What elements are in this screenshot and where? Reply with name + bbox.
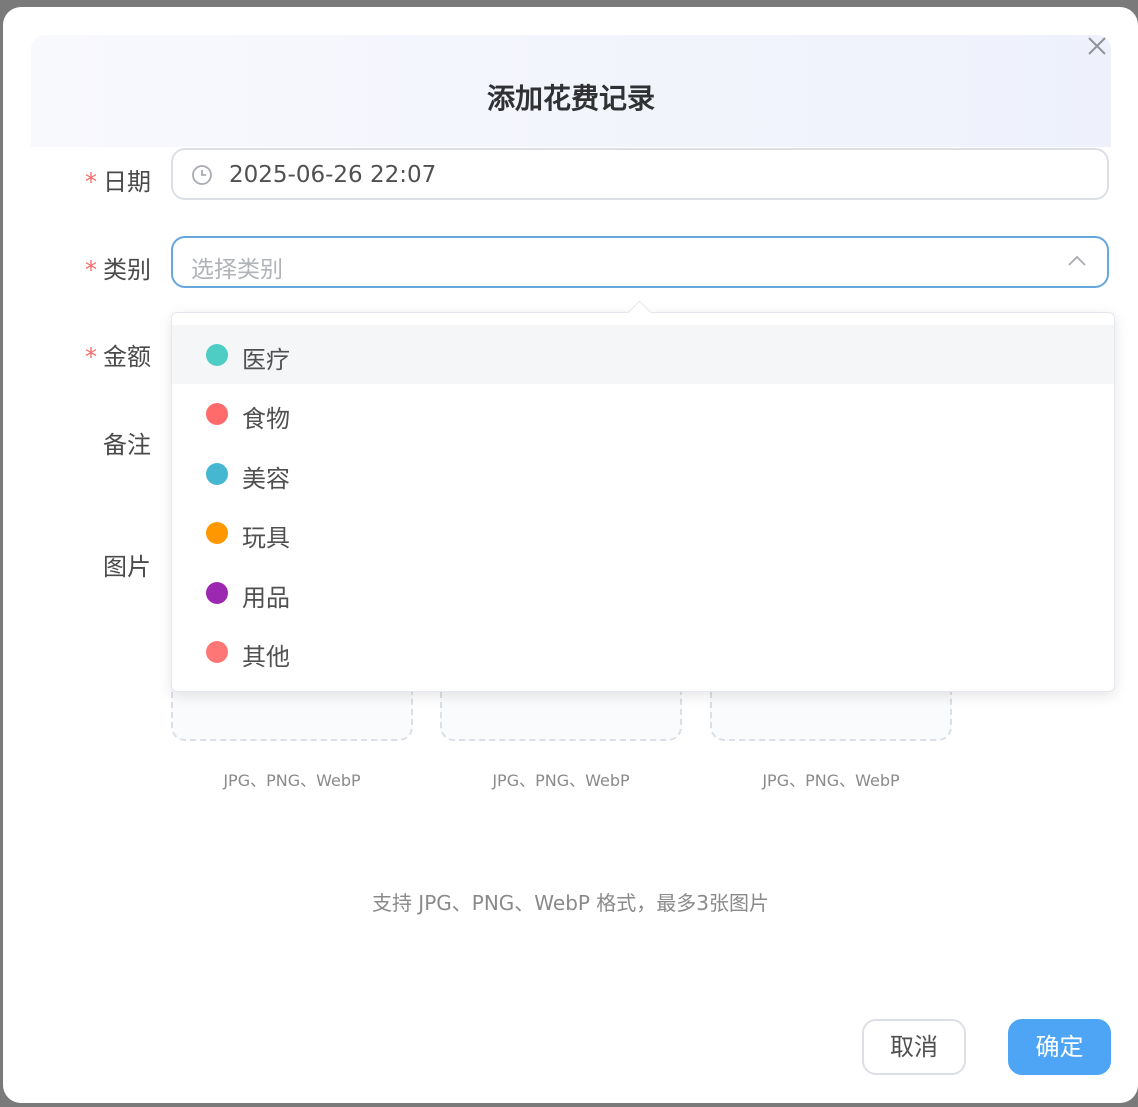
- note-label: 备注: [103, 431, 151, 459]
- category-select[interactable]: 选择类别: [171, 236, 1109, 288]
- upload-format-text: JPG、PNG、WebP: [492, 771, 630, 790]
- date-picker[interactable]: 2025-06-26 22:07: [171, 148, 1109, 200]
- clock-icon: [192, 165, 212, 185]
- category-option-medical[interactable]: 医疗: [172, 325, 1114, 384]
- category-option-supplies[interactable]: 用品: [172, 563, 1114, 622]
- add-expense-dialog: 添加花费记录 * 日期 2025-06-26 22:07 * 类别 选择类别 * 金额…: [3, 7, 1138, 1103]
- upload-format-text: JPG、PNG、WebP: [762, 771, 900, 790]
- cancel-button[interactable]: 取消: [862, 1019, 966, 1075]
- category-placeholder: 选择类别: [191, 257, 283, 283]
- images-label: 图片: [103, 553, 151, 581]
- required-mark: *: [85, 168, 97, 196]
- category-option-toys[interactable]: 玩具: [172, 503, 1114, 562]
- required-mark: *: [85, 256, 97, 284]
- category-option-other[interactable]: 其他: [172, 622, 1114, 681]
- dialog-header: 添加花费记录: [31, 35, 1111, 147]
- confirm-button[interactable]: 确定: [1008, 1019, 1111, 1075]
- dropdown-arrow: [627, 300, 652, 325]
- color-dot: [206, 582, 228, 604]
- close-icon[interactable]: [1086, 35, 1108, 57]
- category-option-food[interactable]: 食物: [172, 384, 1114, 443]
- date-value: 2025-06-26 22:07: [229, 162, 437, 188]
- color-dot: [206, 641, 228, 663]
- upload-hint: 支持 JPG、PNG、WebP 格式，最多3张图片: [371, 891, 770, 915]
- color-dot: [206, 522, 228, 544]
- amount-label: * 金额: [85, 343, 151, 371]
- dialog-title: 添加花费记录: [486, 82, 655, 115]
- color-dot: [206, 463, 228, 485]
- color-dot: [206, 403, 228, 425]
- category-label: * 类别: [85, 256, 151, 284]
- category-dropdown: 医疗 食物 美容 玩具 用品 其他: [171, 300, 1115, 692]
- upload-format-text: JPG、PNG、WebP: [223, 771, 361, 790]
- date-label: * 日期: [85, 168, 151, 196]
- category-option-beauty[interactable]: 美容: [172, 444, 1114, 503]
- chevron-up-icon[interactable]: [1067, 254, 1087, 268]
- color-dot: [206, 344, 228, 366]
- required-mark: *: [85, 343, 97, 371]
